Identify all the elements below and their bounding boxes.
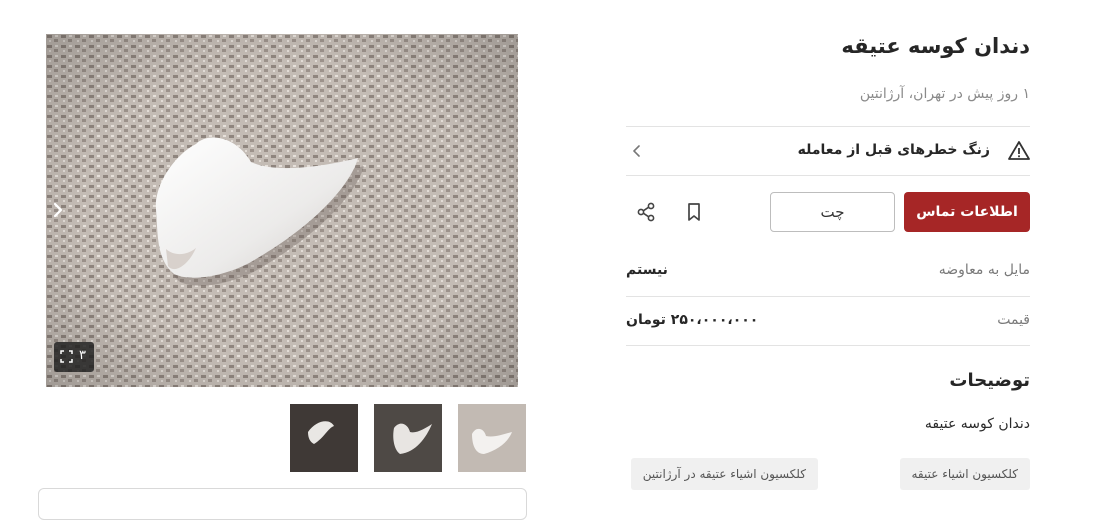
detail-row-exchange: مایل به معاوضه نیستم xyxy=(626,248,1030,296)
tag-antique-collection-argentina[interactable]: کلکسیون اشیاء عتیقه در آرژانتین xyxy=(630,458,818,490)
page-title: دندان کوسه عتیقه xyxy=(841,34,1030,58)
bottom-panel xyxy=(38,488,527,520)
fullscreen-icon xyxy=(60,350,73,363)
contact-info-button[interactable]: اطلاعات تماس xyxy=(904,192,1030,232)
image-count-badge[interactable]: ۳ xyxy=(54,342,94,372)
chat-button[interactable]: چت xyxy=(770,192,895,232)
divider xyxy=(626,175,1030,176)
detail-row-price: قیمت ۲۵۰،۰۰۰،۰۰۰ تومان xyxy=(626,298,1030,346)
detail-key: مایل به معاوضه xyxy=(938,262,1030,278)
detail-key: قیمت xyxy=(997,312,1030,328)
thumbnail-1[interactable] xyxy=(290,404,358,472)
shark-tooth-photo xyxy=(46,34,518,387)
description-heading: توضیحات xyxy=(949,370,1030,391)
divider xyxy=(626,296,1030,297)
description-text: دندان کوسه عتیقه xyxy=(924,416,1030,432)
share-icon[interactable] xyxy=(634,200,658,224)
chevron-left-icon xyxy=(633,145,640,157)
warning-triangle-icon xyxy=(1008,141,1030,160)
safety-warning-link[interactable]: زنگ خطرهای قبل از معامله xyxy=(626,127,1030,175)
thumbnail-3-image xyxy=(458,404,526,472)
thumbnail-2[interactable] xyxy=(374,404,442,472)
listing-subtitle: ۱ روز پیش در تهران، آرژانتین xyxy=(859,86,1030,102)
divider xyxy=(626,345,1030,346)
bookmark-icon[interactable] xyxy=(682,200,706,224)
image-count: ۳ xyxy=(79,348,86,363)
thumbnail-2-image xyxy=(374,404,442,472)
price-value: ۲۵۰،۰۰۰،۰۰۰ تومان xyxy=(626,312,759,328)
main-photo[interactable] xyxy=(46,34,518,387)
detail-value: نیستم xyxy=(626,262,668,278)
thumbnail-3[interactable] xyxy=(458,404,526,472)
tag-antique-collection[interactable]: کلکسیون اشیاء عتیقه xyxy=(899,458,1030,490)
thumbnail-1-image xyxy=(290,404,358,472)
safety-warning-label: زنگ خطرهای قبل از معامله xyxy=(797,142,990,158)
chevron-right-icon[interactable] xyxy=(50,200,66,220)
